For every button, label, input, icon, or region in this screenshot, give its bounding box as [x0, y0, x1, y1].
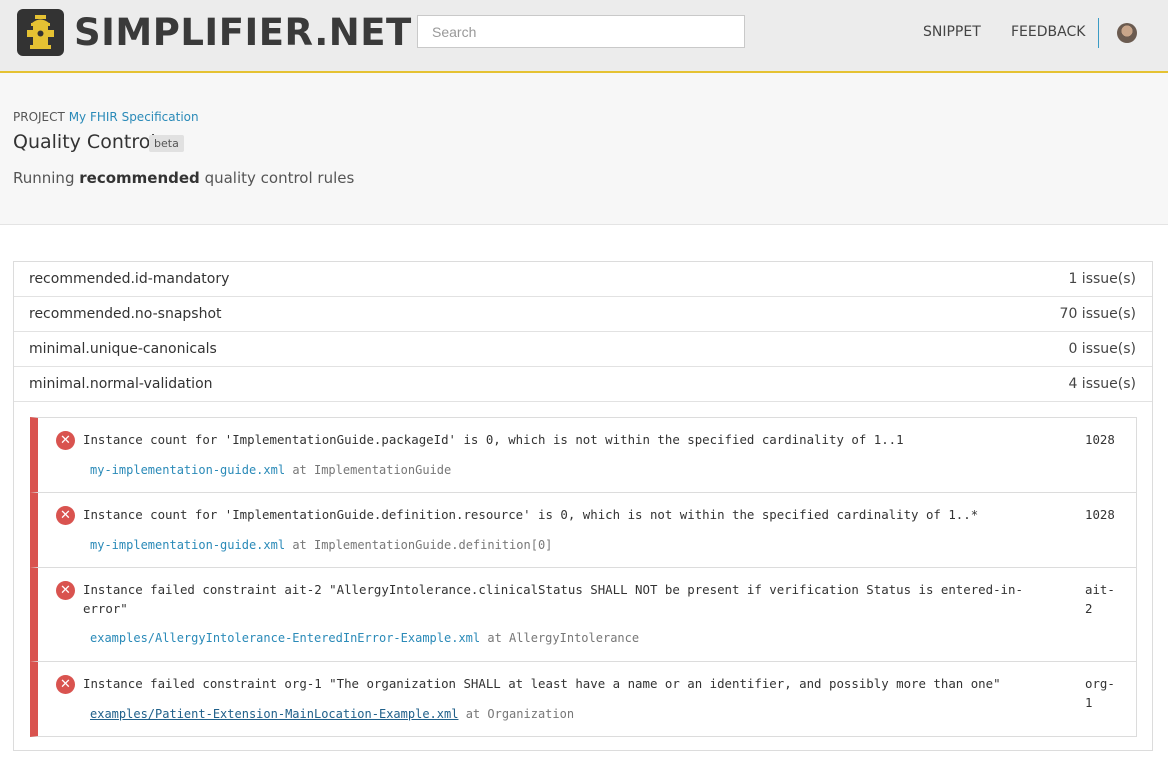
issue-path: at ImplementationGuide.definition[0]	[292, 538, 553, 552]
error-icon: ✕	[56, 431, 75, 450]
error-icon: ✕	[56, 506, 75, 525]
nav-snippet-link[interactable]: SNIPPET	[923, 24, 981, 40]
user-avatar[interactable]	[1117, 23, 1137, 43]
beta-badge: beta	[149, 135, 184, 152]
page-subtitle: Running recommended quality control rule…	[13, 169, 354, 187]
rule-issue-count: 0 issue(s)	[1068, 341, 1136, 357]
issue-path: at Organization	[465, 707, 575, 721]
issue-code: 1028	[1085, 507, 1115, 522]
project-breadcrumb: PROJECT My FHIR Specification	[13, 110, 199, 124]
subtitle-pre: Running	[13, 169, 75, 187]
issue-code: org-1	[1085, 676, 1115, 710]
rule-name: recommended.id-mandatory	[29, 271, 230, 287]
subtitle-post: quality control rules	[204, 169, 355, 187]
issue-card: ✕ Instance count for 'ImplementationGuid…	[30, 492, 1137, 568]
rule-row[interactable]: recommended.id-mandatory 1 issue(s)	[14, 262, 1152, 297]
hydrant-logo-icon[interactable]	[17, 9, 64, 56]
issue-path: at ImplementationGuide	[292, 463, 452, 477]
project-header: PROJECT My FHIR Specification Quality Co…	[0, 73, 1168, 225]
rule-name: recommended.no-snapshot	[29, 306, 222, 322]
rule-name: minimal.normal-validation	[29, 376, 213, 392]
project-label: PROJECT	[13, 110, 65, 124]
rule-issue-count: 70 issue(s)	[1059, 306, 1136, 322]
nav-feedback-link[interactable]: FEEDBACK	[1011, 24, 1085, 40]
issue-file-link[interactable]: examples/AllergyIntolerance-EnteredInErr…	[90, 631, 480, 645]
rules-panel: recommended.id-mandatory 1 issue(s) reco…	[13, 261, 1153, 751]
issue-file-link[interactable]: my-implementation-guide.xml	[90, 538, 285, 552]
issue-path: at AllergyIntolerance	[487, 631, 640, 645]
nav-divider	[1098, 18, 1099, 48]
rule-issue-count: 1 issue(s)	[1068, 271, 1136, 287]
issue-file-link[interactable]: examples/Patient-Extension-MainLocation-…	[90, 707, 458, 721]
rule-issue-count: 4 issue(s)	[1068, 376, 1136, 392]
issue-card: ✕ Instance failed constraint org-1 "The …	[30, 661, 1137, 737]
project-link[interactable]: My FHIR Specification	[69, 110, 199, 124]
issue-message: Instance failed constraint ait-2 "Allerg…	[83, 582, 1023, 616]
issue-card: ✕ Instance count for 'ImplementationGuid…	[30, 417, 1137, 493]
subtitle-ruleset: recommended	[79, 169, 200, 187]
rule-name: minimal.unique-canonicals	[29, 341, 217, 357]
rule-row[interactable]: recommended.no-snapshot 70 issue(s)	[14, 297, 1152, 332]
issue-card: ✕ Instance failed constraint ait-2 "Alle…	[30, 567, 1137, 662]
issue-code: 1028	[1085, 432, 1115, 447]
issue-location: my-implementation-guide.xml at Implement…	[90, 538, 552, 552]
top-navbar: SIMPLIFIER.NET SNIPPET FEEDBACK	[0, 0, 1168, 73]
search-input[interactable]	[417, 15, 745, 48]
issue-code: ait-2	[1085, 582, 1115, 616]
issue-message: Instance count for 'ImplementationGuide.…	[83, 432, 904, 447]
issue-file-link[interactable]: my-implementation-guide.xml	[90, 463, 285, 477]
issue-location: examples/AllergyIntolerance-EnteredInErr…	[90, 631, 639, 645]
rule-row[interactable]: minimal.unique-canonicals 0 issue(s)	[14, 332, 1152, 367]
error-icon: ✕	[56, 581, 75, 600]
brand-name[interactable]: SIMPLIFIER.NET	[74, 12, 412, 54]
page-title: Quality Control	[13, 131, 156, 153]
issue-message: Instance failed constraint org-1 "The or…	[83, 676, 1001, 691]
issue-location: my-implementation-guide.xml at Implement…	[90, 463, 451, 477]
error-icon: ✕	[56, 675, 75, 694]
issue-message: Instance count for 'ImplementationGuide.…	[83, 507, 979, 522]
issue-location: examples/Patient-Extension-MainLocation-…	[90, 707, 574, 721]
rule-row[interactable]: minimal.normal-validation 4 issue(s)	[14, 367, 1152, 402]
